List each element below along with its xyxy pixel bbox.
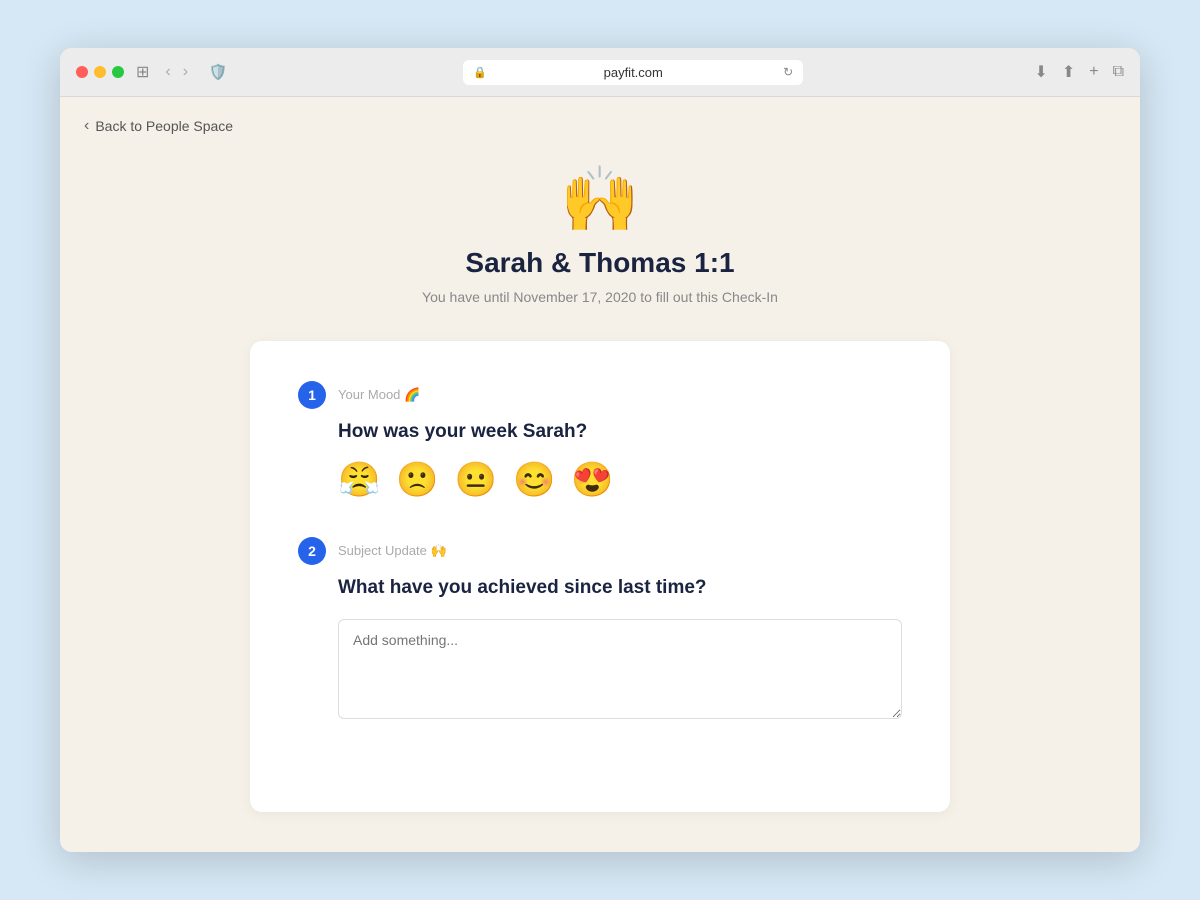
close-button[interactable]	[76, 66, 88, 78]
nav-arrows: ‹ ›	[161, 61, 192, 83]
tabs-icon[interactable]: ⧉	[1113, 63, 1124, 81]
question-2-text: What have you achieved since last time?	[298, 577, 902, 599]
browser-actions: ⬇ ⬆ + ⧉	[1034, 62, 1124, 82]
question-1-text: How was your week Sarah?	[298, 421, 902, 443]
download-icon[interactable]: ⬇	[1034, 62, 1047, 82]
deadline-text: You have until November 17, 2020 to fill…	[422, 289, 778, 305]
browser-window: ⊞ ‹ › 🛡️ 🔒 payfit.com ↻ ⬇ ⬆ + ⧉ ‹ Back t…	[60, 48, 1140, 852]
back-arrow-icon[interactable]: ‹	[161, 61, 174, 83]
hero-emoji: 🙌	[560, 167, 640, 231]
checkin-card: 1 Your Mood 🌈 How was your week Sarah? 😤…	[250, 341, 950, 812]
question-1-section: 1 Your Mood 🌈 How was your week Sarah? 😤…	[298, 381, 902, 497]
question-2-number: 2	[298, 537, 326, 565]
browser-chrome: ⊞ ‹ › 🛡️ 🔒 payfit.com ↻ ⬇ ⬆ + ⧉	[60, 48, 1140, 97]
mood-neutral[interactable]: 😐	[455, 463, 497, 497]
question-1-header: 1 Your Mood 🌈	[298, 381, 902, 409]
address-bar[interactable]: 🔒 payfit.com ↻	[463, 60, 803, 85]
mood-excited[interactable]: 😍	[571, 463, 613, 497]
reload-icon[interactable]: ↻	[783, 65, 793, 79]
shield-icon: 🛡️	[204, 58, 232, 86]
traffic-lights	[76, 66, 124, 78]
new-tab-icon[interactable]: +	[1089, 63, 1098, 81]
sidebar-toggle-icon[interactable]: ⊞	[136, 62, 149, 82]
back-chevron-icon: ‹	[84, 117, 89, 135]
lock-icon: 🔒	[473, 66, 487, 79]
mood-sad[interactable]: 🙁	[396, 463, 438, 497]
address-bar-container: 🔒 payfit.com ↻	[244, 60, 1022, 85]
forward-arrow-icon[interactable]: ›	[179, 61, 192, 83]
question-2-label: Subject Update 🙌	[338, 543, 447, 559]
url-text: payfit.com	[604, 65, 663, 80]
minimize-button[interactable]	[94, 66, 106, 78]
back-link-label: Back to People Space	[95, 118, 233, 134]
textarea-wrapper	[298, 619, 902, 724]
question-1-label: Your Mood 🌈	[338, 387, 420, 403]
page-content: ‹ Back to People Space 🙌 Sarah & Thomas …	[60, 97, 1140, 852]
mood-options: 😤 🙁 😐 😊 😍	[298, 463, 902, 497]
back-link[interactable]: ‹ Back to People Space	[84, 117, 1116, 135]
question-2-section: 2 Subject Update 🙌 What have you achieve…	[298, 537, 902, 724]
page-title: Sarah & Thomas 1:1	[465, 247, 734, 279]
hero-section: 🙌 Sarah & Thomas 1:1 You have until Nove…	[84, 167, 1116, 305]
mood-happy[interactable]: 😊	[513, 463, 555, 497]
answer-textarea[interactable]	[338, 619, 902, 719]
question-2-header: 2 Subject Update 🙌	[298, 537, 902, 565]
maximize-button[interactable]	[112, 66, 124, 78]
mood-angry[interactable]: 😤	[338, 463, 380, 497]
share-icon[interactable]: ⬆	[1062, 62, 1075, 82]
question-1-number: 1	[298, 381, 326, 409]
